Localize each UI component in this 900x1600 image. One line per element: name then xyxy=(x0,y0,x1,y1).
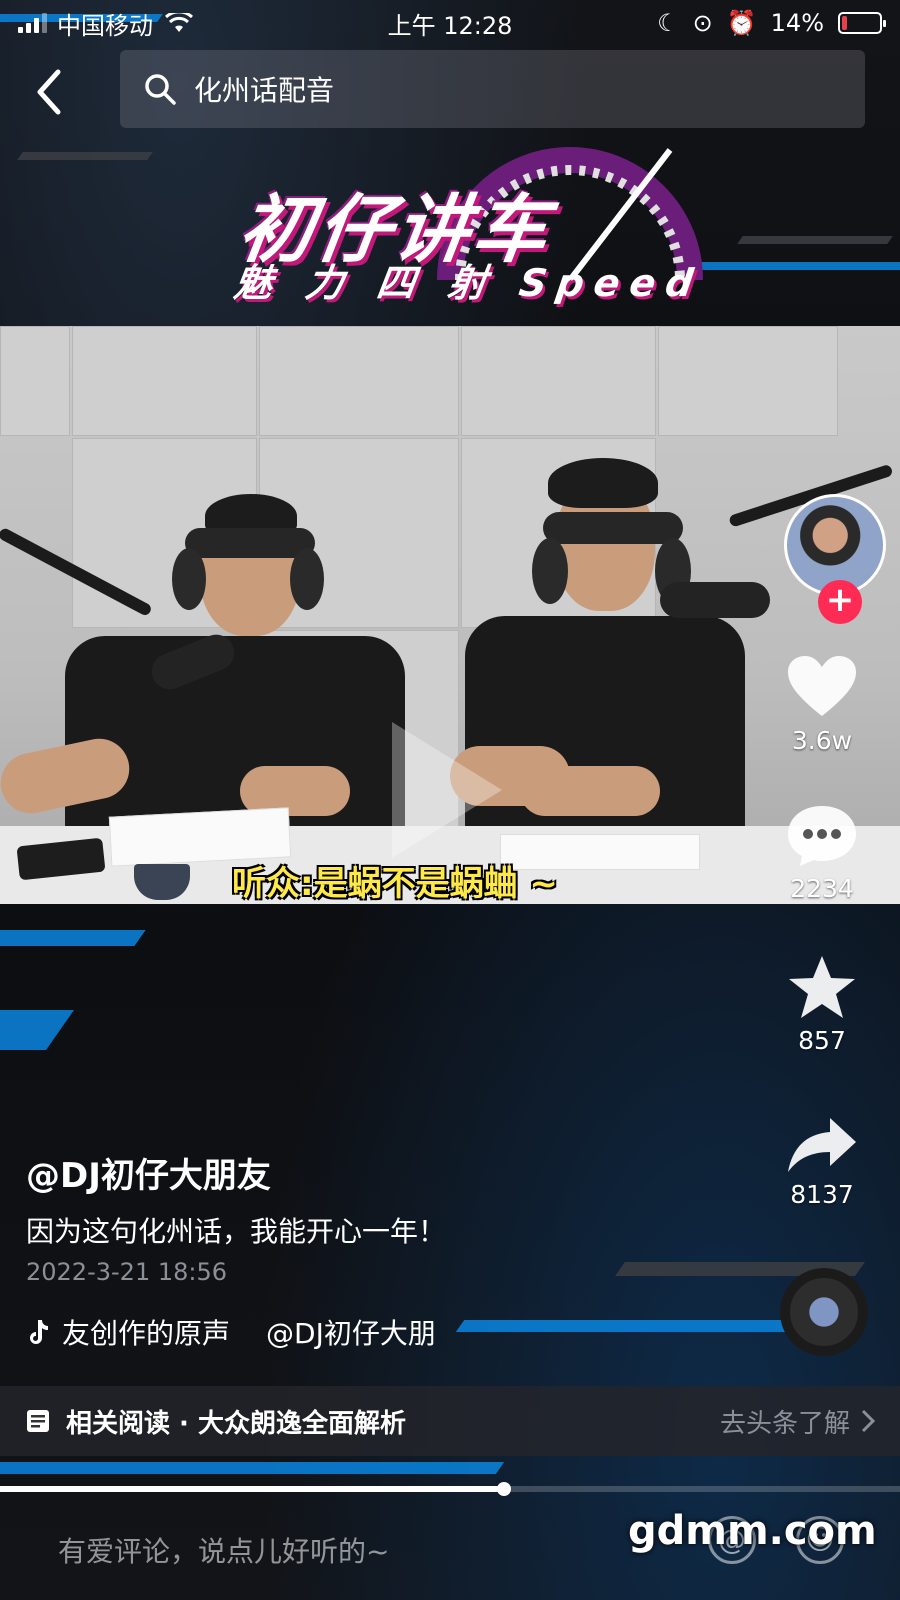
related-reading-bar[interactable]: 相关阅读 · 大众朗逸全面解析 去头条了解 xyxy=(0,1386,900,1456)
back-icon[interactable] xyxy=(28,66,72,118)
wall-panel xyxy=(0,326,70,436)
comment-button[interactable]: 2234 xyxy=(772,804,872,903)
search-icon xyxy=(145,74,176,105)
host-right-hair xyxy=(548,458,658,508)
post-date: 2022-3-21 18:56 xyxy=(26,1258,227,1286)
related-link-text: 去头条了解 xyxy=(719,1408,850,1439)
favorite-button[interactable]: 857 xyxy=(772,954,872,1055)
battery-icon xyxy=(838,12,886,34)
wall-panel xyxy=(461,326,656,436)
heart-icon xyxy=(788,656,856,716)
favorite-count: 857 xyxy=(798,1026,846,1055)
video-banner: 初仔讲车 魅 力 四 射 Speed xyxy=(0,130,900,326)
share-button[interactable]: 8137 xyxy=(772,1114,872,1209)
video-frame[interactable]: 听众:是蜗不是蜗蛐 ~ xyxy=(0,326,900,904)
like-count: 3.6w xyxy=(791,726,853,755)
headphones xyxy=(543,512,683,544)
share-count: 8137 xyxy=(790,1180,854,1209)
related-reading-label: 相关阅读 · 大众朗逸全面解析 xyxy=(66,1408,406,1439)
music-author: @DJ初仔大朋 xyxy=(266,1317,436,1350)
comment-count: 2234 xyxy=(790,874,854,903)
headphone-cup xyxy=(290,548,324,610)
signal-icon xyxy=(18,13,47,33)
like-button[interactable]: 3.6w xyxy=(772,654,872,755)
headphones xyxy=(185,528,315,558)
wall-panel xyxy=(259,326,459,436)
chevron-right-icon xyxy=(861,1409,876,1433)
rotation-lock-icon: ⊙ xyxy=(692,9,713,37)
search-bar[interactable]: 化州话配音 xyxy=(120,50,865,128)
video-caption: 听众:是蜗不是蜗蛐 ~ xyxy=(232,864,558,904)
status-bar: 中国移动 上午 12:28 ☾ ⊙ ⏰ 14% xyxy=(0,0,900,46)
comment-icon xyxy=(788,806,856,866)
video-description: 因为这句化州话，我能开心一年！ xyxy=(26,1215,447,1248)
play-icon[interactable] xyxy=(392,722,502,858)
author-name[interactable]: @DJ初仔大朋友 xyxy=(26,1148,271,1197)
related-reading-link[interactable]: 去头条了解 xyxy=(720,1403,876,1440)
music-note-icon xyxy=(30,1320,48,1344)
share-icon xyxy=(788,1118,856,1172)
alarm-icon: ⏰ xyxy=(726,9,757,37)
headphone-cup xyxy=(532,538,568,604)
battery-percent: 14% xyxy=(770,9,824,37)
clock: 上午 12:28 xyxy=(387,11,513,40)
host-right-arm xyxy=(520,766,660,816)
search-query: 化州话配音 xyxy=(194,74,335,107)
music-row[interactable]: 友创作的原声 @DJ初仔大朋 xyxy=(26,1312,436,1352)
wall-panel xyxy=(658,326,838,436)
decor-stripe xyxy=(0,1462,505,1474)
music-disc[interactable] xyxy=(780,1268,868,1356)
playback-progress[interactable] xyxy=(0,1482,900,1496)
watermark: gdmm.com xyxy=(628,1508,877,1554)
progress-knob[interactable] xyxy=(497,1482,511,1496)
follow-button[interactable]: + xyxy=(818,580,862,624)
decor-stripe xyxy=(0,930,146,946)
music-title: 友创作的原声 xyxy=(62,1317,231,1350)
wifi-icon xyxy=(165,13,193,32)
star-icon xyxy=(789,956,855,1018)
wall-panel xyxy=(72,326,257,436)
progress-fill xyxy=(0,1486,504,1492)
microphone xyxy=(660,582,770,618)
headphone-cup xyxy=(172,548,206,610)
moon-icon: ☾ xyxy=(657,9,679,37)
article-icon xyxy=(27,1410,49,1432)
host-left xyxy=(65,636,405,836)
banner-subtitle: 魅 力 四 射 Speed xyxy=(231,261,706,305)
carrier-label: 中国移动 xyxy=(57,11,153,40)
comment-placeholder: 有爱评论，说点儿好听的~ xyxy=(58,1535,390,1568)
